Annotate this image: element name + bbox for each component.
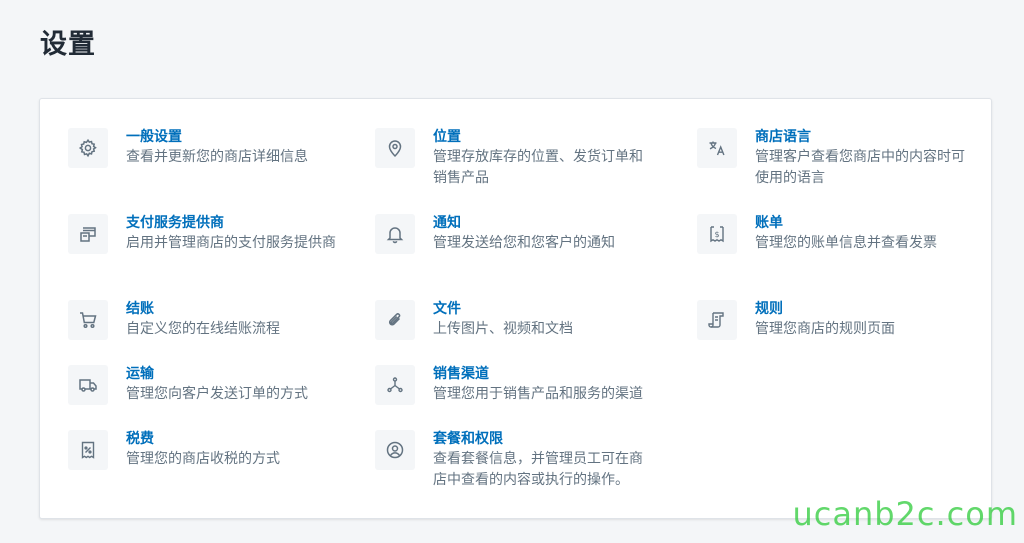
svg-text:$: $ [714,230,719,239]
gear-icon [68,128,108,168]
settings-item-title[interactable]: 规则 [755,299,965,319]
watermark: ucanb2c.com [792,495,1018,533]
settings-item-description: 管理您的商店收税的方式 [126,451,280,467]
settings-item-notifications[interactable]: 通知 管理发送给您和您客户的通知 [375,213,665,254]
settings-item-description: 管理客户查看您商店中的内容时可使用的语言 [755,149,965,186]
settings-item-title[interactable]: 文件 [433,299,643,319]
settings-item-description: 管理您向客户发送订单的方式 [126,386,308,402]
settings-item-checkout[interactable]: 结账 自定义您的在线结账流程 [68,299,358,340]
settings-item-title[interactable]: 套餐和权限 [433,429,643,449]
settings-item-title[interactable]: 一般设置 [126,127,336,147]
cart-icon [68,300,108,340]
settings-item-title[interactable]: 商店语言 [755,127,965,147]
settings-item-description: 管理您商店的规则页面 [755,321,895,337]
settings-item-description: 查看套餐信息，并管理员工可在商店中查看的内容或执行的操作。 [433,451,643,488]
settings-item-description: 管理发送给您和您客户的通知 [433,235,615,251]
settings-item-title[interactable]: 销售渠道 [433,364,643,384]
settings-item-title[interactable]: 运输 [126,364,336,384]
settings-item-channels[interactable]: 销售渠道 管理您用于销售产品和服务的渠道 [375,364,665,405]
settings-item-description: 管理存放库存的位置、发货订单和销售产品 [433,149,643,186]
settings-item-title[interactable]: 账单 [755,213,965,233]
settings-item-policies[interactable]: 规则 管理您商店的规则页面 [697,299,987,340]
settings-item-general[interactable]: 一般设置 查看并更新您的商店详细信息 [68,127,358,168]
settings-item-title[interactable]: 税费 [126,429,336,449]
settings-item-title[interactable]: 结账 [126,299,336,319]
settings-item-description: 启用并管理商店的支付服务提供商 [126,235,336,251]
settings-item-locations[interactable]: 位置 管理存放库存的位置、发货订单和销售产品 [375,127,665,189]
settings-item-plan[interactable]: 套餐和权限 查看套餐信息，并管理员工可在商店中查看的内容或执行的操作。 [375,429,665,491]
settings-item-description: 自定义您的在线结账流程 [126,321,280,337]
settings-item-title[interactable]: 支付服务提供商 [126,213,336,233]
translate-icon [697,128,737,168]
settings-item-languages[interactable]: 商店语言 管理客户查看您商店中的内容时可使用的语言 [697,127,987,189]
page-title: 设置 [40,29,96,60]
channels-icon [375,365,415,405]
payment-card-icon [68,214,108,254]
settings-item-billing[interactable]: $ 账单 管理您的账单信息并查看发票 [697,213,987,254]
policy-document-icon [697,300,737,340]
settings-item-payments[interactable]: 支付服务提供商 启用并管理商店的支付服务提供商 [68,213,358,254]
tax-receipt-icon [68,430,108,470]
settings-card: 一般设置 查看并更新您的商店详细信息 位置 管理存放库存的位置、发货订单和销售产… [39,98,992,519]
bell-icon [375,214,415,254]
billing-receipt-icon: $ [697,214,737,254]
settings-item-shipping[interactable]: 运输 管理您向客户发送订单的方式 [68,364,358,405]
user-circle-icon [375,430,415,470]
settings-item-taxes[interactable]: 税费 管理您的商店收税的方式 [68,429,358,470]
settings-item-description: 管理您用于销售产品和服务的渠道 [433,386,643,402]
paperclip-icon [375,300,415,340]
settings-item-description: 管理您的账单信息并查看发票 [755,235,937,251]
settings-item-title[interactable]: 位置 [433,127,643,147]
location-pin-icon [375,128,415,168]
settings-item-description: 查看并更新您的商店详细信息 [126,149,308,165]
settings-item-files[interactable]: 文件 上传图片、视频和文档 [375,299,665,340]
settings-item-title[interactable]: 通知 [433,213,643,233]
settings-item-description: 上传图片、视频和文档 [433,321,573,337]
truck-icon [68,365,108,405]
